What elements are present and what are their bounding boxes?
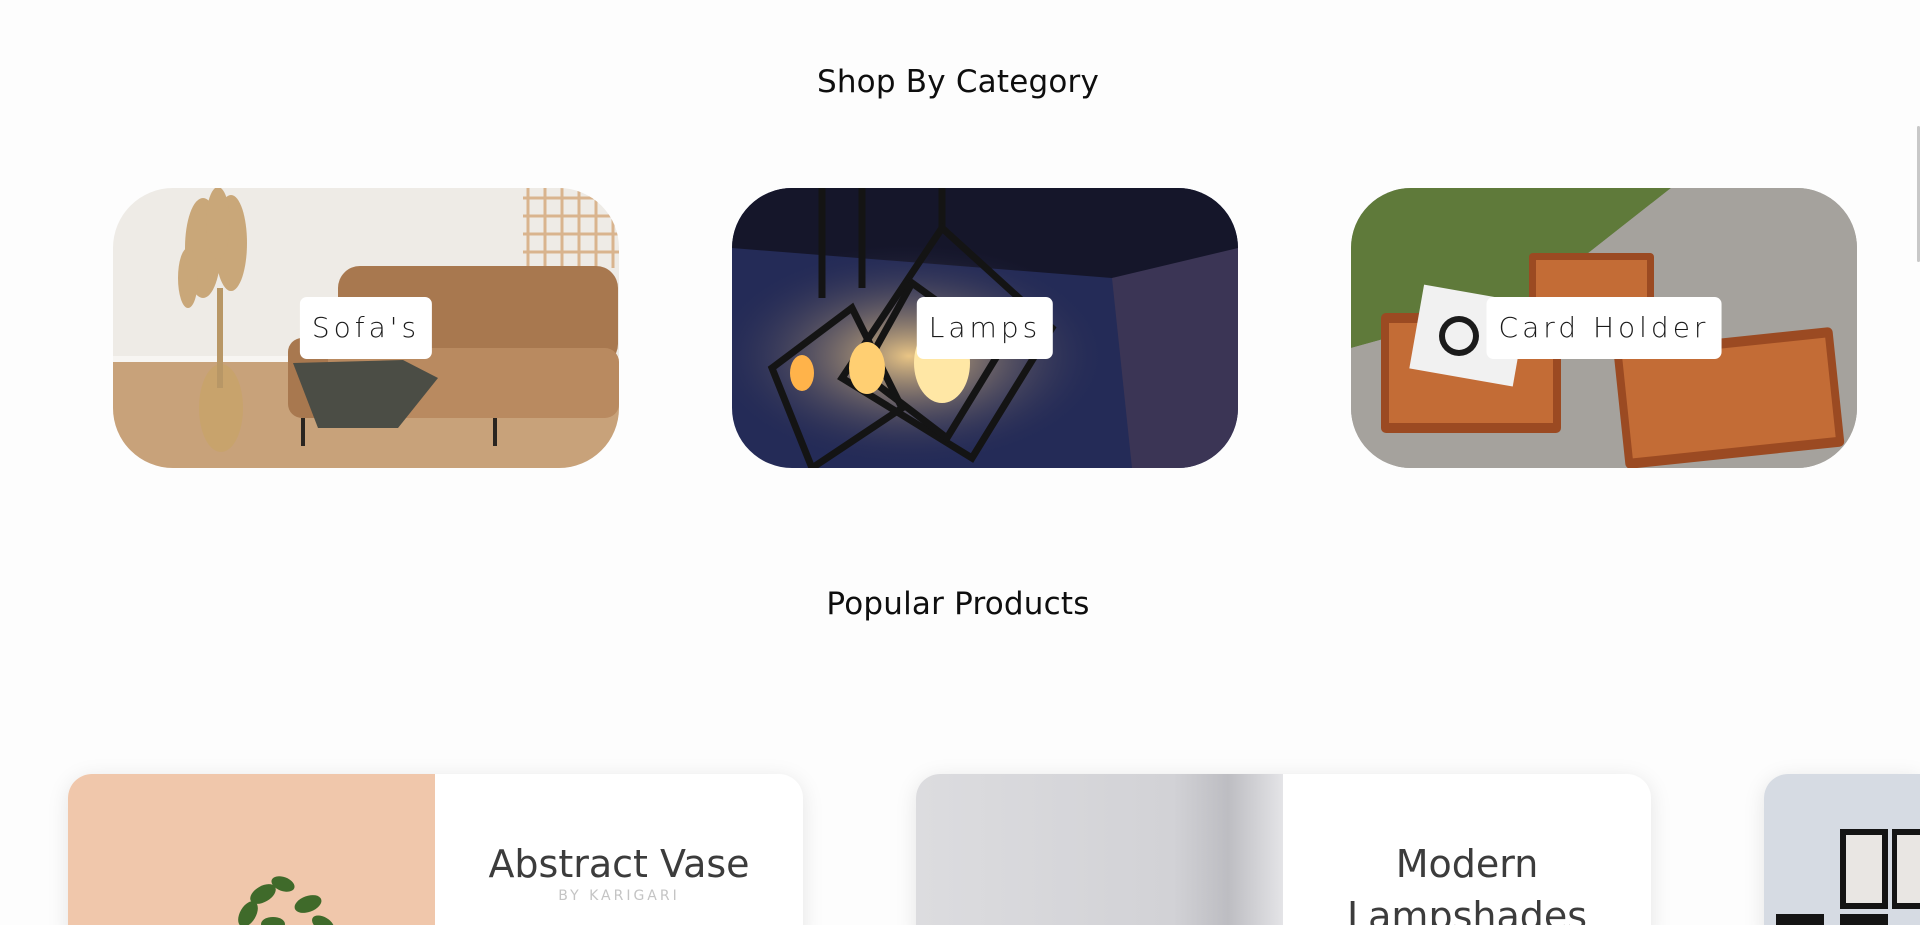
- category-label-sofas: Sofa's: [299, 297, 433, 359]
- product-card-modern-lampshades[interactable]: Modern Lampshades: [916, 774, 1651, 925]
- page: Shop By Category Sofa's Lamps Card Holde…: [0, 0, 1920, 925]
- product-image-abstract-vase: [68, 774, 435, 925]
- product-card-photo-frames[interactable]: [1764, 774, 1920, 925]
- product-image-modern-lampshades: [916, 774, 1283, 925]
- product-info-modern-lampshades: Modern Lampshades: [1283, 774, 1651, 925]
- product-card-abstract-vase[interactable]: Abstract Vase BY KARIGARI: [68, 774, 803, 925]
- category-card-lamps[interactable]: Lamps: [732, 188, 1238, 468]
- product-name: Modern Lampshades: [1346, 842, 1588, 925]
- product-name: Abstract Vase: [488, 842, 750, 886]
- product-brand: BY KARIGARI: [558, 888, 680, 904]
- category-label-card-holder: Card Holder: [1486, 297, 1722, 359]
- product-image-photo-frames: [1764, 774, 1920, 925]
- popular-products-heading: Popular Products: [826, 586, 1090, 622]
- category-card-card-holder[interactable]: Card Holder: [1351, 188, 1857, 468]
- shop-by-category-heading: Shop By Category: [816, 64, 1100, 100]
- product-info-abstract-vase: Abstract Vase BY KARIGARI: [435, 774, 803, 925]
- category-label-lamps: Lamps: [916, 297, 1054, 359]
- category-card-sofas[interactable]: Sofa's: [113, 188, 619, 468]
